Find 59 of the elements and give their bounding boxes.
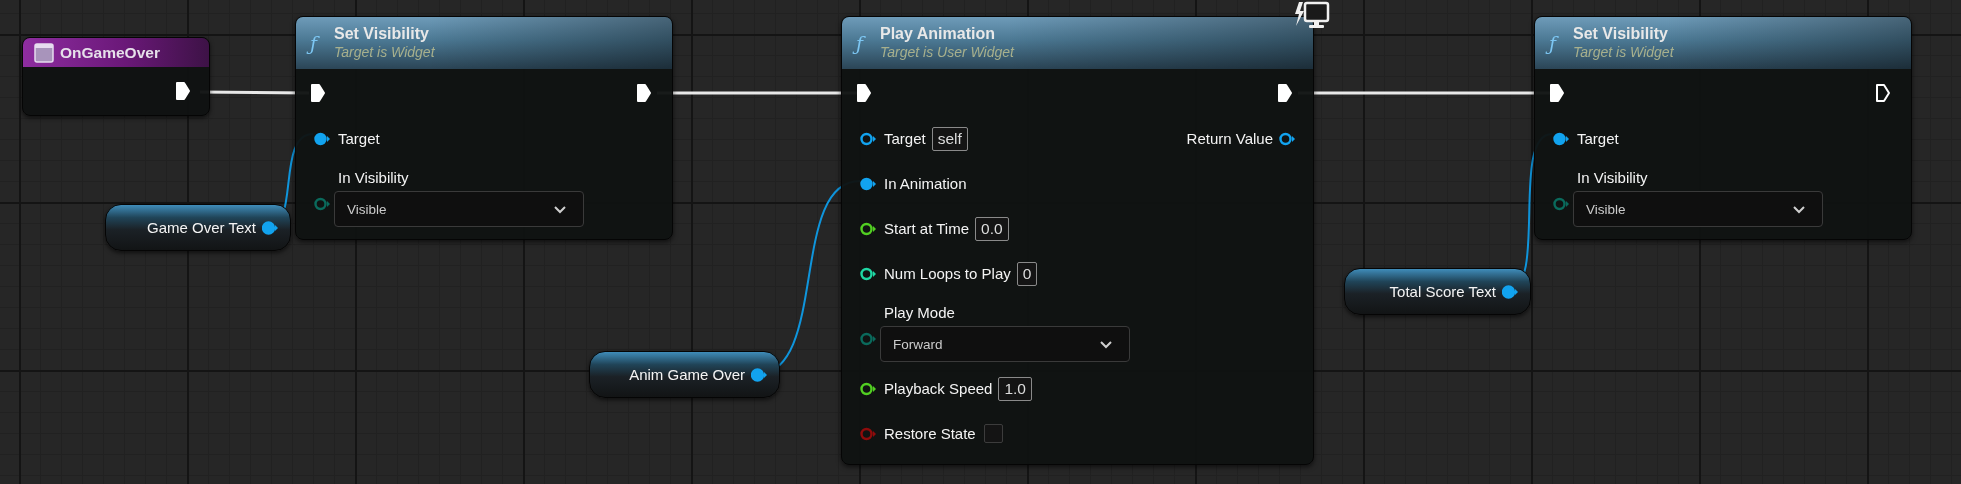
pin-label: In Animation [884,175,967,192]
variable-name: Anim Game Over [629,366,745,383]
chevron-icon [1792,204,1806,214]
chevron-icon [1099,339,1113,349]
pin-label: Target [884,130,926,147]
exec-pin-icon[interactable] [175,81,191,101]
variable-name: Game Over Text [147,219,256,236]
pin-label: In Visibility [338,168,410,188]
variable-name: Total Score Text [1389,283,1496,300]
event-icon [34,42,54,63]
pin-label: Restore State [884,425,976,442]
value-field[interactable]: 1.0 [998,376,1032,401]
node-title: OnGameOver [60,43,160,62]
pin-icon[interactable] [860,176,876,191]
pin-icon[interactable] [1553,131,1569,146]
variable-node[interactable]: Total Score Text [1344,268,1531,315]
pin-label: Play Mode [884,303,956,323]
node-subtitle: Target is User Widget [880,43,1014,62]
variable-node[interactable]: Anim Game Over [589,351,780,398]
exec-pin-icon[interactable] [1277,82,1293,103]
pin-label: Target [1577,130,1619,147]
pin-icon[interactable] [1502,284,1518,299]
chevron-icon [553,204,567,214]
pin-label: Num Loops to Play [884,265,1011,282]
pin-label: Start at Time [884,220,970,237]
value-field[interactable]: self [931,126,968,151]
variable-node[interactable]: Game Over Text [105,204,291,251]
exec-pin-icon[interactable] [636,82,652,103]
pin-icon[interactable] [860,221,876,236]
value-field[interactable]: 0 [1016,261,1038,286]
pin-icon[interactable] [1279,131,1295,146]
event-node[interactable]: OnGameOver [22,37,210,116]
function-node[interactable]: ƒ Set Visibility Target is Widget Target In Visibility Visible [1534,16,1912,240]
pin-icon[interactable] [860,381,876,396]
pin-icon[interactable] [860,131,876,146]
node-subtitle: Target is Widget [1573,43,1674,62]
function-node[interactable]: ƒ Play Animation Target is User Widget Target self Return Value In Animation Start at Time 0.0 Num Loops to Play 0 Play Mode Forward Playback Speed 1.0 Restore State [841,16,1314,465]
pin-label: Target [338,130,380,147]
node-title: Set Visibility [1573,24,1669,43]
node-title: Play Animation [880,24,996,43]
pin-icon[interactable] [262,220,278,235]
node-subtitle: Target is Widget [334,43,435,62]
exec-pin-icon[interactable] [310,82,326,103]
pin-label: Playback Speed [884,380,993,397]
function-node[interactable]: ƒ Set Visibility Target is Widget Target In Visibility Visible [295,16,673,240]
value-field[interactable]: 0.0 [975,216,1009,241]
pin-label: Return Value [1186,130,1273,147]
dropdown[interactable]: Forward [880,326,1130,362]
pin-icon[interactable] [751,367,767,382]
pin-icon[interactable] [314,131,330,146]
checkbox[interactable] [983,424,1003,443]
exec-pin-icon[interactable] [1549,82,1565,103]
exec-pin-icon[interactable] [856,82,872,103]
dropdown[interactable]: Visible [1573,191,1823,227]
pin-icon[interactable] [860,266,876,281]
node-title: Set Visibility [334,24,430,43]
exec-pin-icon[interactable] [1875,82,1891,103]
dropdown[interactable]: Visible [334,191,584,227]
pin-label: In Visibility [1577,168,1649,188]
